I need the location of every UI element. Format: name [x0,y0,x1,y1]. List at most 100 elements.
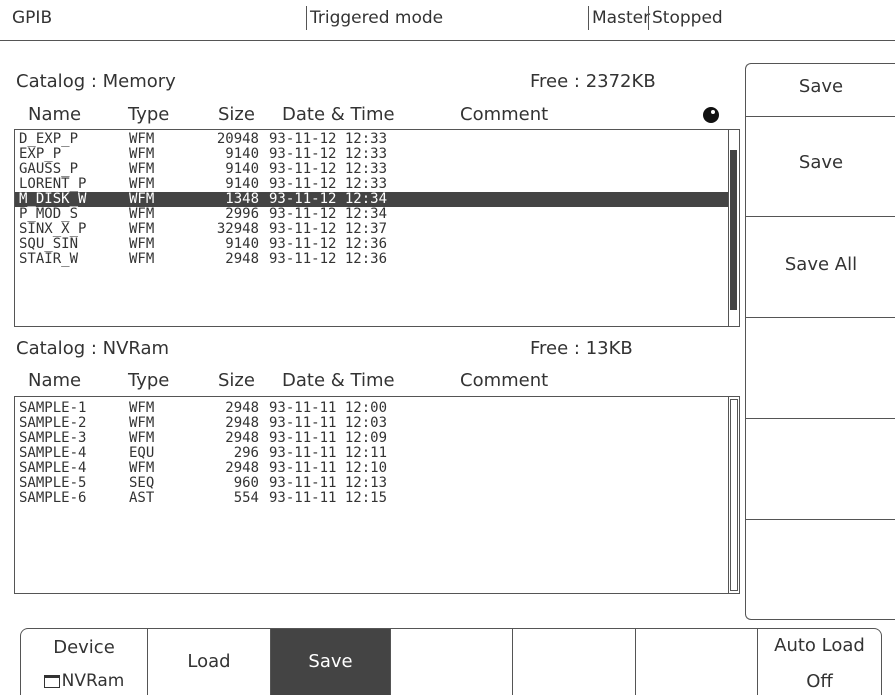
nvram-col-date: Date & Time [282,370,395,391]
file-row[interactable]: SQU_SIN WFM 9140 93-11-12 12:36 [15,237,728,252]
auto-load-button[interactable]: Auto Load Off [758,629,881,695]
device-button[interactable]: Device NVRam [21,629,147,695]
auto-load-value: Off [806,671,833,692]
file-date: 93-11-12 12:33 [269,146,388,162]
file-row[interactable]: SINX_X_P WFM 32948 93-11-12 12:37 [15,222,728,237]
nvram-scrollbar-thumb[interactable] [730,399,738,591]
bottom-empty-button-2[interactable] [513,629,635,695]
file-type: WFM [129,191,155,207]
file-row[interactable]: STAIR_W WFM 2948 93-11-12 12:36 [15,252,728,267]
bottom-empty-button-3[interactable] [636,629,757,695]
file-name: SAMPLE-2 [19,415,87,431]
file-row[interactable]: SAMPLE-4 WFM 2948 93-11-11 12:10 [15,461,728,476]
file-type: AST [129,490,155,506]
file-row[interactable]: SAMPLE-2 WFM 2948 93-11-11 12:03 [15,416,728,431]
file-date: 93-11-12 12:33 [269,131,388,147]
file-row[interactable]: M_DISK_W WFM 1348 93-11-12 12:34 [15,192,728,207]
file-type: WFM [129,161,155,177]
file-name: SQU_SIN [19,236,79,252]
memory-col-date: Date & Time [282,104,395,125]
file-name: EXP_P [19,146,62,162]
save-tab-button[interactable]: Save [271,629,390,695]
file-date: 93-11-11 12:03 [269,415,388,431]
nvram-free: Free : 13KB [530,338,633,359]
file-name: SAMPLE-1 [19,400,87,416]
file-size: 9140 [225,161,259,177]
file-size: 296 [233,445,259,461]
memory-col-name: Name [28,104,82,125]
nvram-file-list[interactable]: SAMPLE-1 WFM 2948 93-11-11 12:00 SAMPLE-2 WFM… [14,396,740,594]
file-type: EQU [129,445,155,461]
status-bar: GPIB Triggered mode Master Stopped [0,0,895,41]
file-name: SINX_X_P [19,221,87,237]
save-all-button[interactable]: Save All [746,254,895,275]
file-row[interactable]: D_EXP_P WFM 20948 93-11-12 12:33 [15,132,728,147]
file-row[interactable]: SAMPLE-1 WFM 2948 93-11-11 12:00 [15,401,728,416]
file-row[interactable]: SAMPLE-6 AST 554 93-11-11 12:15 [15,491,728,506]
file-name: STAIR_W [19,251,79,267]
file-size: 9140 [225,146,259,162]
file-name: M_DISK_W [19,191,87,207]
nvram-col-type: Type [128,370,170,391]
bottom-menu: Device NVRam Load Save Auto Load Off [20,628,882,695]
file-row[interactable]: SAMPLE-3 WFM 2948 93-11-11 12:09 [15,431,728,446]
memory-col-comment: Comment [460,104,549,125]
folder-icon [43,674,60,688]
file-type: WFM [129,131,155,147]
save-button[interactable]: Save [746,152,895,173]
file-date: 93-11-11 12:00 [269,400,388,416]
status-state: Stopped [652,8,723,28]
file-row[interactable]: SAMPLE-5 SEQ 960 93-11-11 12:13 [15,476,728,491]
file-date: 93-11-11 12:13 [269,475,388,491]
file-type: WFM [129,221,155,237]
file-row[interactable]: GAUSS_P WFM 9140 93-11-12 12:33 [15,162,728,177]
file-name: SAMPLE-4 [19,460,87,476]
file-name: P_MOD_S [19,206,79,222]
file-date: 93-11-12 12:36 [269,236,388,252]
file-row[interactable]: EXP_P WFM 9140 93-11-12 12:33 [15,147,728,162]
file-type: WFM [129,146,155,162]
file-name: SAMPLE-3 [19,430,87,446]
file-type: SEQ [129,475,155,491]
file-date: 93-11-11 12:09 [269,430,388,446]
file-name: LORENT_P [19,176,87,192]
file-date: 93-11-12 12:37 [269,221,388,237]
memory-catalog-title: Catalog : Memory [16,71,176,92]
nvram-col-name: Name [28,370,82,391]
file-type: WFM [129,251,155,267]
memory-free: Free : 2372KB [530,71,656,92]
file-size: 554 [233,490,259,506]
load-button[interactable]: Load [148,629,270,695]
nvram-col-comment: Comment [460,370,549,391]
file-name: SAMPLE-5 [19,475,87,491]
nvram-catalog-title: Catalog : NVRam [16,338,170,359]
file-type: WFM [129,460,155,476]
save-tab-label: Save [308,651,353,672]
file-date: 93-11-11 12:10 [269,460,388,476]
file-date: 93-11-12 12:36 [269,251,388,267]
file-row[interactable]: P_MOD_S WFM 2996 93-11-12 12:34 [15,207,728,222]
file-date: 93-11-12 12:34 [269,206,388,222]
load-label: Load [187,651,231,672]
file-type: WFM [129,236,155,252]
file-type: WFM [129,415,155,431]
device-value: NVRam [61,671,125,691]
file-row[interactable]: SAMPLE-4 EQU 296 93-11-11 12:11 [15,446,728,461]
file-size: 1348 [225,191,259,207]
file-size: 9140 [225,236,259,252]
bottom-empty-button-1[interactable] [391,629,512,695]
file-type: WFM [129,430,155,446]
file-type: WFM [129,206,155,222]
side-menu: Save Save Save All [745,63,895,620]
file-size: 2948 [225,415,259,431]
file-date: 93-11-11 12:15 [269,490,388,506]
file-name: GAUSS_P [19,161,79,177]
file-size: 960 [233,475,259,491]
auto-load-label: Auto Load [774,635,865,656]
file-row[interactable]: LORENT_P WFM 9140 93-11-12 12:33 [15,177,728,192]
memory-file-list[interactable]: D_EXP_P WFM 20948 93-11-12 12:33 EXP_P WFM 914… [14,129,740,327]
file-size: 9140 [225,176,259,192]
memory-scrollbar-thumb[interactable] [730,150,737,310]
file-date: 93-11-12 12:33 [269,161,388,177]
disk-activity-icon [703,107,719,123]
